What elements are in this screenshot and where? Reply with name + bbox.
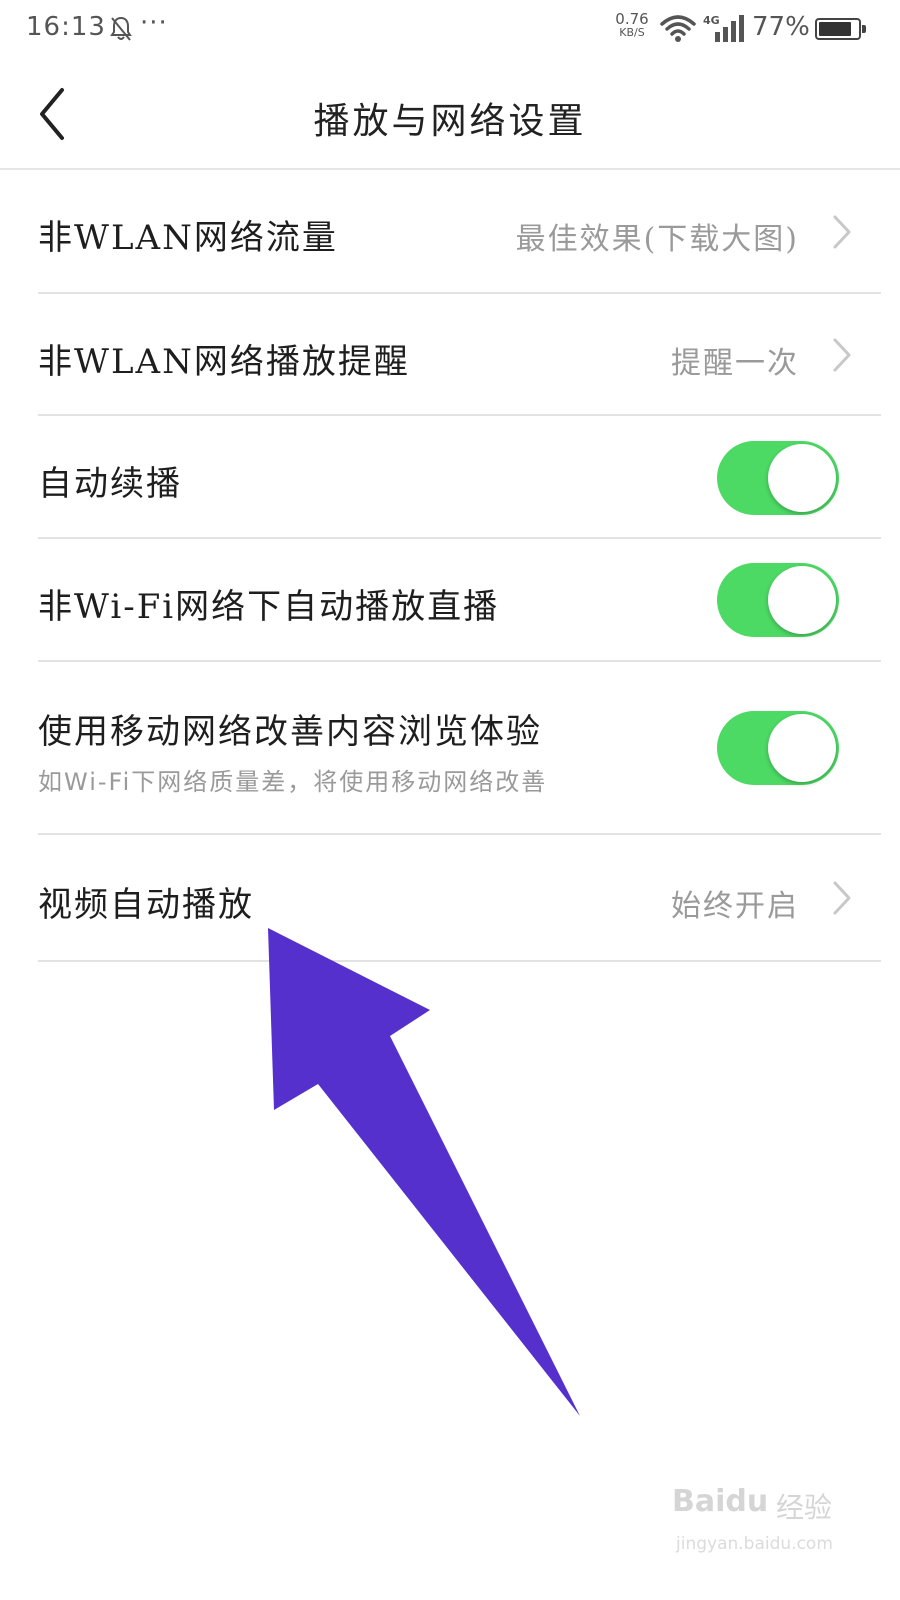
setting-value: 始终开启 [671,889,799,924]
setting-row-video-autoplay[interactable]: 视频自动播放 始终开启 [38,835,881,962]
setting-row-non-wlan-play-reminder[interactable]: 非WLAN网络播放提醒 提醒一次 [38,294,881,416]
setting-row-non-wifi-live-autoplay: 非Wi-Fi网络下自动播放直播 [38,539,881,662]
bell-muted-icon [110,16,132,41]
setting-label: 视频自动播放 [38,885,254,925]
page-title: 播放与网络设置 [313,101,587,142]
setting-row-non-wlan-traffic[interactable]: 非WLAN网络流量 最佳效果(下载大图) [38,170,881,294]
setting-row-auto-continue: 自动续播 [38,416,881,539]
battery-percent: 77% [752,12,810,42]
battery-icon [815,18,866,40]
status-bar: 16:13 ··· 0.76 KB/S 4G 77% [0,0,900,64]
setting-label: 非WLAN网络流量 [38,218,338,258]
chevron-right-icon [833,881,851,915]
chevron-right-icon [833,215,851,249]
status-more-dots: ··· [140,8,168,38]
net-speed-unit: KB/S [619,26,645,39]
cell-signal-icon: 4G [703,12,745,44]
watermark-brand: Baidu [672,1484,769,1519]
baidu-jingyan-watermark: Baidu 经验 jingyan.baidu.com [672,1476,872,1586]
net-speed-value: 0.76 [615,10,649,28]
net-speed: 0.76 KB/S [612,12,652,40]
setting-value: 提醒一次 [671,346,799,381]
setting-sublabel: 如Wi-Fi下网络质量差，将使用移动网络改善 [38,768,548,796]
setting-label: 非WLAN网络播放提醒 [38,342,410,382]
chevron-right-icon [833,338,851,372]
setting-label: 使用移动网络改善内容浏览体验 [38,712,542,752]
setting-label: 自动续播 [38,464,182,504]
non-wifi-live-autoplay-toggle[interactable] [717,563,839,637]
nav-header: 播放与网络设置 [0,64,900,170]
status-time: 16:13 [26,12,106,42]
mobile-network-improve-toggle[interactable] [717,711,839,785]
wifi-icon [660,15,696,42]
setting-value: 最佳效果(下载大图) [515,222,799,257]
setting-row-mobile-network-improve: 使用移动网络改善内容浏览体验 如Wi-Fi下网络质量差，将使用移动网络改善 [38,662,881,835]
auto-continue-toggle[interactable] [717,441,839,515]
watermark-url: jingyan.baidu.com [676,1534,833,1554]
setting-label: 非Wi-Fi网络下自动播放直播 [38,587,500,627]
watermark-brand-cn: 经验 [776,1491,833,1524]
